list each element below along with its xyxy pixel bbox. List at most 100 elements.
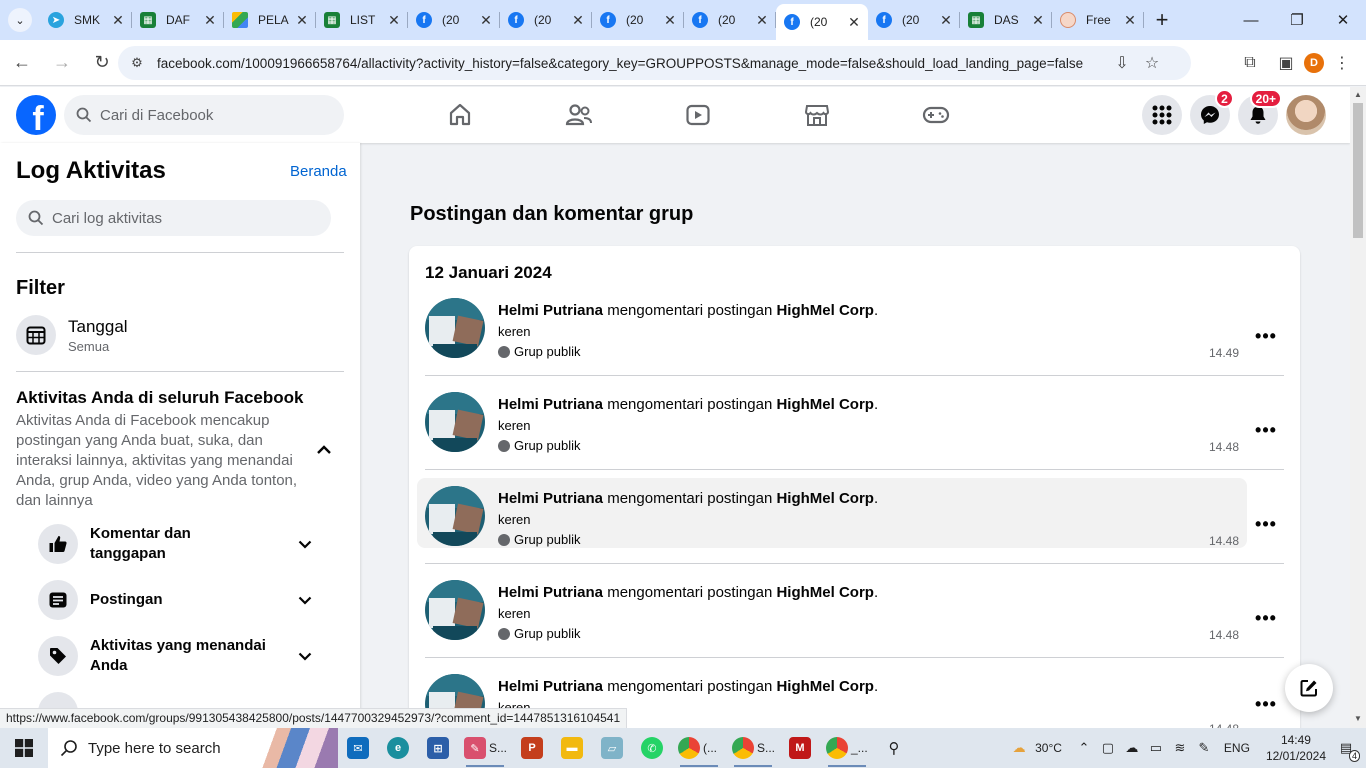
- profile-avatar[interactable]: D: [1304, 53, 1324, 73]
- browser-tab[interactable]: f (20 ✕: [500, 0, 592, 40]
- account-avatar[interactable]: [1286, 95, 1326, 135]
- facebook-logo[interactable]: f: [16, 95, 56, 135]
- chevron-up-icon[interactable]: ⌃: [1072, 740, 1096, 756]
- close-tab-icon[interactable]: ✕: [846, 14, 862, 31]
- more-options-button[interactable]: •••: [1255, 607, 1277, 629]
- weather-icon[interactable]: ☁: [1007, 740, 1031, 756]
- taskbar-search[interactable]: Type here to search: [48, 728, 338, 768]
- close-tab-icon[interactable]: ✕: [1122, 12, 1138, 29]
- install-app-icon[interactable]: ⇩: [1107, 48, 1137, 78]
- group-name[interactable]: HighMel Corp: [776, 584, 874, 601]
- minimize-icon[interactable]: —: [1228, 0, 1274, 40]
- nav-video[interactable]: [638, 87, 757, 143]
- browser-tab[interactable]: f (20 ✕: [592, 0, 684, 40]
- new-message-button[interactable]: [1285, 664, 1333, 712]
- scroll-down-icon[interactable]: ▼: [1354, 714, 1362, 723]
- chevron-down-icon[interactable]: [295, 534, 315, 554]
- close-tab-icon[interactable]: ✕: [202, 12, 218, 29]
- browser-tab-active[interactable]: f (20 ✕: [776, 4, 868, 40]
- wifi-icon[interactable]: ≋: [1168, 740, 1192, 756]
- taskbar-app-chrome-3[interactable]: _...: [820, 728, 874, 768]
- sidebar-item-posts[interactable]: Postingan: [38, 580, 328, 620]
- new-tab-button[interactable]: +: [1144, 0, 1180, 40]
- browser-tab[interactable]: f (20 ✕: [408, 0, 500, 40]
- more-options-button[interactable]: •••: [1255, 419, 1277, 441]
- close-tab-icon[interactable]: ✕: [570, 12, 586, 29]
- group-name[interactable]: HighMel Corp: [776, 302, 874, 319]
- side-panel-icon[interactable]: ▣: [1268, 45, 1304, 81]
- close-tab-icon[interactable]: ✕: [938, 12, 954, 29]
- facebook-search-input[interactable]: [100, 106, 320, 124]
- taskbar-app-store[interactable]: ⊞: [418, 728, 458, 768]
- onedrive-icon[interactable]: ☁: [1120, 740, 1144, 756]
- page-scrollbar[interactable]: ▲ ▼: [1350, 87, 1366, 728]
- browser-tab[interactable]: ➤ SMK ✕: [40, 0, 132, 40]
- more-options-button[interactable]: •••: [1255, 513, 1277, 535]
- actor-name[interactable]: Helmi Putriana: [498, 302, 603, 319]
- taskbar-app-mcafee[interactable]: M: [780, 728, 820, 768]
- menu-button[interactable]: [1142, 95, 1182, 135]
- restore-icon[interactable]: ❐: [1274, 0, 1320, 40]
- browser-tab[interactable]: ▦ DAS ✕: [960, 0, 1052, 40]
- notifications-button[interactable]: 20+: [1238, 89, 1282, 135]
- more-options-button[interactable]: •••: [1255, 325, 1277, 347]
- notification-center-icon[interactable]: ▤ 4: [1334, 740, 1360, 762]
- scrollbar-thumb[interactable]: [1353, 103, 1363, 238]
- close-tab-icon[interactable]: ✕: [386, 12, 402, 29]
- close-tab-icon[interactable]: ✕: [662, 12, 678, 29]
- browser-tab[interactable]: Free ✕: [1052, 0, 1144, 40]
- browser-tab[interactable]: ▦ LIST ✕: [316, 0, 408, 40]
- close-tab-icon[interactable]: ✕: [294, 12, 310, 29]
- close-tab-icon[interactable]: ✕: [110, 12, 126, 29]
- back-button[interactable]: ←: [4, 45, 40, 81]
- language-indicator[interactable]: ENG: [1224, 741, 1250, 755]
- group-name[interactable]: HighMel Corp: [776, 490, 874, 507]
- group-name[interactable]: HighMel Corp: [776, 396, 874, 413]
- taskbar-app-edge[interactable]: e: [378, 728, 418, 768]
- battery-icon[interactable]: ▭: [1144, 740, 1168, 756]
- bookmark-star-icon[interactable]: ☆: [1137, 48, 1167, 78]
- taskbar-app-powerpoint[interactable]: P: [512, 728, 552, 768]
- actor-name[interactable]: Helmi Putriana: [498, 584, 603, 601]
- taskbar-app-people[interactable]: ⚲: [874, 728, 914, 768]
- activity-log-search-placeholder[interactable]: Cari log aktivitas: [52, 210, 162, 227]
- browser-tab[interactable]: f (20 ✕: [868, 0, 960, 40]
- forward-button[interactable]: →: [44, 45, 80, 81]
- nav-marketplace[interactable]: [757, 87, 876, 143]
- url-text[interactable]: facebook.com/100091966658764/allactivity…: [157, 56, 1107, 71]
- actor-name[interactable]: Helmi Putriana: [498, 396, 603, 413]
- chevron-up-icon[interactable]: [316, 439, 332, 460]
- taskbar-app-explorer[interactable]: ▬: [552, 728, 592, 768]
- messenger-button[interactable]: 2: [1190, 89, 1234, 135]
- address-bar[interactable]: ⚙ facebook.com/100091966658764/allactivi…: [118, 46, 1191, 80]
- taskbar-app-mail[interactable]: ✉: [338, 728, 378, 768]
- taskbar-app-paint[interactable]: ✎ S...: [458, 728, 512, 768]
- taskbar-app-notes[interactable]: ▱: [592, 728, 632, 768]
- facebook-search-box[interactable]: [64, 95, 344, 135]
- scroll-up-icon[interactable]: ▲: [1354, 90, 1362, 99]
- browser-tab[interactable]: f (20 ✕: [684, 0, 776, 40]
- taskbar-search-placeholder[interactable]: Type here to search: [88, 740, 221, 757]
- filter-date[interactable]: Tanggal Semua: [16, 315, 128, 355]
- browser-tab[interactable]: PELA ✕: [224, 0, 316, 40]
- menu-kebab-icon[interactable]: ⋮: [1324, 45, 1360, 81]
- taskbar-app-whatsapp[interactable]: ✆: [632, 728, 672, 768]
- start-button[interactable]: [0, 728, 48, 768]
- actor-name[interactable]: Helmi Putriana: [498, 490, 603, 507]
- more-options-button[interactable]: •••: [1255, 693, 1277, 715]
- activity-entry[interactable]: Helmi Putriana mengomentari postingan Hi…: [417, 292, 1247, 362]
- nav-gaming[interactable]: [876, 87, 995, 143]
- activity-entry[interactable]: Helmi Putriana mengomentari postingan Hi…: [417, 386, 1247, 456]
- pen-icon[interactable]: ✎: [1192, 740, 1216, 756]
- nav-home[interactable]: [400, 87, 519, 143]
- tab-search-button[interactable]: ⌄: [0, 0, 40, 40]
- weather-temp[interactable]: 30°C: [1035, 741, 1062, 755]
- taskbar-app-chrome-2[interactable]: S...: [726, 728, 780, 768]
- actor-name[interactable]: Helmi Putriana: [498, 678, 603, 695]
- chevron-down-icon[interactable]: [295, 646, 315, 666]
- activity-log-search[interactable]: Cari log aktivitas: [16, 200, 331, 236]
- activity-entry[interactable]: Helmi Putriana mengomentari postingan Hi…: [417, 478, 1247, 548]
- clock[interactable]: 14:49 12/01/2024: [1266, 732, 1326, 764]
- group-name[interactable]: HighMel Corp: [776, 678, 874, 695]
- activity-entry[interactable]: Helmi Putriana mengomentari postingan Hi…: [417, 574, 1247, 644]
